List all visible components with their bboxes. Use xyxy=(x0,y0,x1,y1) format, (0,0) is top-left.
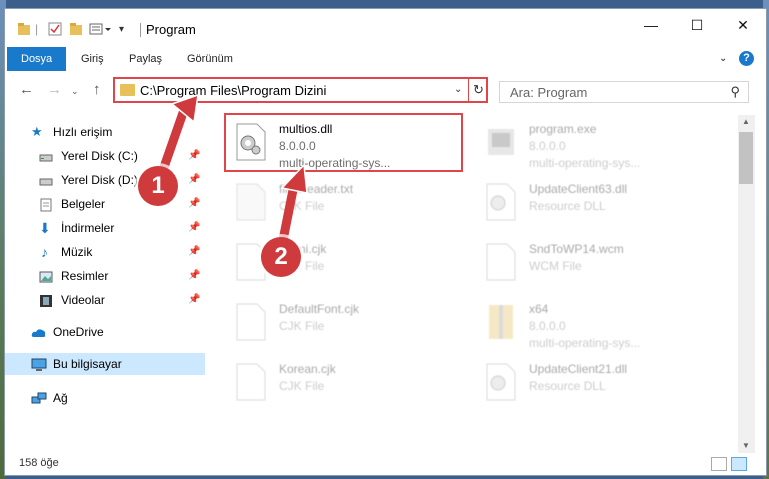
arrow-1 xyxy=(158,93,199,175)
callout-1: 1 xyxy=(138,166,178,206)
arrow-2 xyxy=(278,163,308,245)
annotation-arrows xyxy=(158,93,308,245)
callout-2: 2 xyxy=(261,237,301,277)
